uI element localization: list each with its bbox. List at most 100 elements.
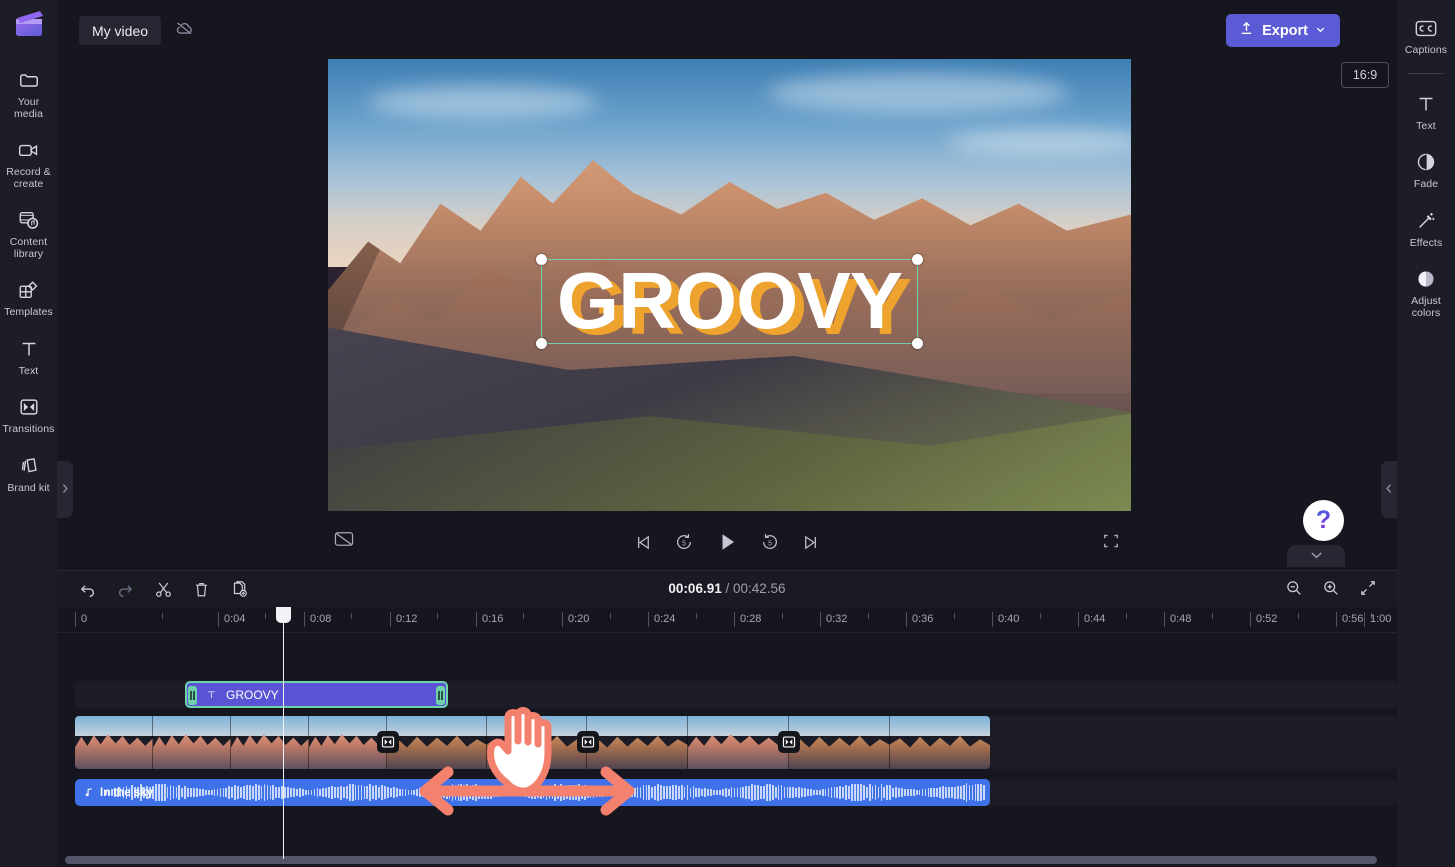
clip-trim-handle-right[interactable]: [436, 686, 445, 705]
closed-captions-icon: [1414, 15, 1438, 41]
property-item-text[interactable]: Text: [1398, 84, 1455, 139]
timeline-track-audio[interactable]: In the sky: [57, 779, 1397, 806]
cloud-sync-status-button[interactable]: [169, 16, 199, 45]
forward-5-seconds-button[interactable]: 5: [760, 532, 780, 552]
collapse-preview-button[interactable]: [1287, 545, 1345, 567]
help-button[interactable]: ?: [1303, 500, 1344, 541]
project-title-text: My video: [92, 22, 149, 39]
rewind-5-seconds-button[interactable]: 5: [674, 532, 694, 552]
sidebar-item-label: Your media: [13, 96, 44, 120]
sidebar-item-content-library[interactable]: Content library: [0, 200, 57, 266]
clip-thumbnail: [688, 716, 789, 769]
skip-previous-button[interactable]: [634, 533, 653, 552]
magic-wand-icon: [1415, 208, 1437, 234]
property-item-label: Fade: [1413, 178, 1439, 190]
timeline-horizontal-scrollbar[interactable]: [65, 856, 1377, 864]
top-header: My video Export: [57, 0, 1397, 60]
sidebar-item-label: Brand kit: [7, 481, 50, 494]
text-t-icon: [18, 336, 40, 362]
rail-divider: [1408, 72, 1444, 74]
resize-handle-top-right[interactable]: [912, 254, 923, 265]
upload-icon: [1238, 20, 1255, 41]
video-preview-stage[interactable]: GROOVY: [328, 59, 1131, 511]
export-button[interactable]: Export: [1226, 14, 1340, 47]
question-mark-icon: ?: [1315, 506, 1332, 534]
timecode-display: 00:06.91 / 00:42.56: [57, 581, 1397, 596]
ruler-tick: 0:16: [476, 612, 503, 627]
fullscreen-button[interactable]: [1102, 532, 1120, 555]
timeline-playhead[interactable]: [276, 607, 291, 859]
property-item-label: Text: [1416, 119, 1436, 132]
clip-trim-handle-left[interactable]: [188, 686, 197, 705]
chevron-right-icon: [61, 483, 69, 497]
sidebar-item-record-create[interactable]: Record & create: [0, 130, 57, 196]
transitions-icon: [18, 394, 40, 420]
collapse-right-panel-button[interactable]: [1381, 461, 1397, 518]
sidebar-item-brand-kit[interactable]: Brand kit: [0, 446, 57, 501]
sidebar-item-text[interactable]: Text: [0, 329, 57, 384]
svg-text:5: 5: [768, 540, 772, 547]
resize-handle-top-left[interactable]: [536, 254, 547, 265]
hand-cursor-icon: [487, 707, 552, 795]
preview-panel: 16:9 GROOVY 5 5 ?: [57, 55, 1397, 567]
ruler-tick: 0:28: [734, 612, 761, 627]
sidebar-item-templates[interactable]: Templates: [0, 270, 57, 325]
property-item-label: Adjust colors: [1411, 295, 1441, 319]
text-overlay-selection-box[interactable]: GROOVY: [536, 254, 923, 349]
property-item-adjust-colors[interactable]: Adjust colors: [1398, 259, 1455, 325]
current-time: 00:06.91: [668, 581, 722, 596]
timeline-track-text[interactable]: GROOVY: [57, 681, 1397, 708]
video-camera-icon: [17, 137, 40, 163]
ruler-tick: 0:52: [1250, 612, 1277, 627]
timeline-ruler[interactable]: 0 0:04 0:08 0:12 0:16 0:20 0:24 0:28 0:3…: [57, 607, 1397, 633]
clip-label: In the sky: [100, 786, 154, 799]
text-clip-icon: [206, 689, 217, 700]
timeline-clip-text[interactable]: GROOVY: [185, 681, 448, 708]
sidebar-item-label: Transitions: [2, 423, 55, 435]
adjust-colors-icon: [1415, 266, 1437, 292]
sidebar-item-your-media[interactable]: Your media: [0, 60, 57, 126]
resize-handle-bottom-left[interactable]: [536, 338, 547, 349]
project-title-input[interactable]: My video: [79, 16, 162, 45]
cloud-off-icon: [174, 19, 195, 42]
ruler-tick: 0:48: [1164, 612, 1191, 627]
sidebar-item-label: Record & create: [6, 166, 51, 190]
clip-thumbnail: [789, 716, 890, 769]
chevron-down-icon: [1315, 23, 1326, 39]
ruler-tick: 0:24: [648, 612, 675, 627]
property-item-label: Captions: [1404, 44, 1448, 56]
transition-badge[interactable]: [377, 731, 399, 753]
clip-label: GROOVY: [226, 687, 279, 702]
property-item-fade[interactable]: Fade: [1398, 142, 1455, 197]
sidebar-item-label: Text: [18, 364, 39, 377]
property-item-captions[interactable]: Captions: [1398, 8, 1455, 63]
timeline[interactable]: 0 0:04 0:08 0:12 0:16 0:20 0:24 0:28 0:3…: [57, 607, 1397, 867]
play-button[interactable]: [715, 530, 739, 554]
timeline-track-video[interactable]: [57, 716, 1397, 769]
main-area: My video Export 16:9 GROOVY 5 5 ? 00:06.…: [57, 0, 1397, 867]
resize-handle-bottom-right[interactable]: [912, 338, 923, 349]
skip-next-button[interactable]: [801, 533, 820, 552]
transition-badge[interactable]: [577, 731, 599, 753]
aspect-ratio-button[interactable]: 16:9: [1341, 62, 1389, 88]
svg-text:5: 5: [682, 540, 686, 547]
clipchamp-editor-window: Your media Record & create Content libra…: [0, 0, 1455, 867]
sidebar-item-label: Content library: [9, 236, 48, 260]
zoom-out-button[interactable]: [1283, 577, 1305, 599]
transition-badge[interactable]: [778, 731, 800, 753]
app-logo-icon[interactable]: [12, 8, 46, 42]
ruler-tick: 0:08: [304, 612, 331, 627]
fade-icon: [1415, 149, 1437, 175]
overlay-text[interactable]: GROOVY: [542, 253, 917, 349]
clip-thumbnail: [231, 716, 309, 769]
property-item-effects[interactable]: Effects: [1398, 201, 1455, 256]
zoom-in-button[interactable]: [1320, 577, 1342, 599]
fit-to-screen-button[interactable]: [1357, 577, 1379, 599]
ruler-tick: 0:44: [1078, 612, 1105, 627]
expand-left-panel-button[interactable]: [57, 461, 73, 518]
sidebar-item-transitions[interactable]: Transitions: [0, 387, 57, 442]
clip-thumbnail: [309, 716, 387, 769]
content-library-icon: [17, 207, 41, 233]
ruler-tick: 1:00: [1364, 612, 1391, 627]
time-separator: /: [725, 581, 730, 596]
